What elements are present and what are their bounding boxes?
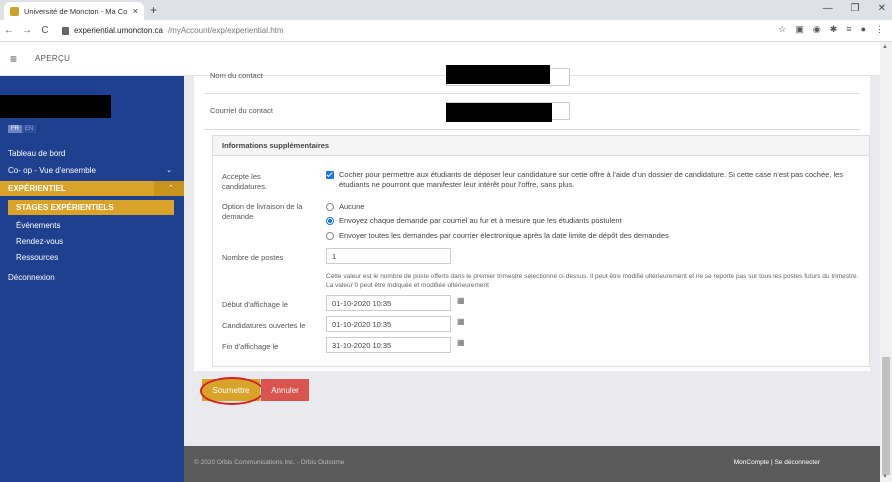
sidebar-expander[interactable]: ⌃ [154,181,184,196]
copyright: © 2020 Orbis Communications Inc. - Orbis… [194,459,345,466]
sidebar-item-label: STAGES EXPÉRIENTIELS [16,203,114,212]
divider [204,129,860,130]
positions-label: Nombre de postes [222,253,284,262]
radio-label: Envoyer toutes les demandes par courrier… [339,231,669,240]
forward-button[interactable]: → [18,25,36,36]
page-title: APERÇU [35,54,71,63]
submit-button[interactable]: Soumettre [200,377,264,405]
radio-label: Aucune [339,202,365,211]
footer-links[interactable]: MonCompte | Se déconnecter [734,459,820,466]
start-date-input[interactable]: 01-10-2020 10:35 [326,295,451,311]
language-switch: FR EN [8,125,37,133]
sidebar-item-resources[interactable]: Ressources [0,253,184,262]
puzzle-icon[interactable]: ✱ [830,24,838,35]
scrollbar-thumb[interactable] [882,357,890,475]
url-field[interactable]: experiential.umoncton.ca/myAccount/exp/e… [62,26,284,35]
hamburger-menu-icon[interactable]: ≡ [10,52,17,66]
redacted-contact-email [446,103,552,122]
calendar-icon[interactable]: ▦ [457,296,465,305]
sidebar-item-events[interactable]: Événements [0,221,184,230]
section-title: Informations supplémentaires [213,136,869,156]
sidebar-item-label: Tableau de bord [8,149,66,158]
redacted-contact-name [446,65,550,84]
tab-title: Université de Moncton - Ma Co... [24,6,128,16]
sidebar-item-label: Déconnexion [8,273,55,282]
contact-email-label: Courriel du contact [210,106,273,115]
footer: © 2020 Orbis Communications Inc. - Orbis… [184,446,880,482]
back-button[interactable]: ← [0,25,18,36]
contact-name-label: Nom du contact [210,71,263,80]
calendar-icon[interactable]: ▦ [457,317,465,326]
sidebar-item-coop[interactable]: Co- op - Vue d'ensemble ⌄ [0,166,184,175]
url-domain: experiential.umoncton.ca [74,26,163,35]
sidebar-item-label: Rendez-vous [16,237,64,246]
cancel-button[interactable]: Annuler [261,379,309,401]
sidebar-item-experiential[interactable]: EXPÉRIENTIEL [0,181,154,196]
sidebar-item-label: EXPÉRIENTIEL [8,184,66,193]
browser-tab-bar: Université de Moncton - Ma Co... × + — ❐… [0,0,892,20]
page-scrollbar[interactable]: ▲ ▼ [880,42,892,482]
delivery-option-none[interactable]: Aucune [326,202,364,212]
scroll-down-icon[interactable]: ▼ [882,474,888,480]
accept-checkbox[interactable] [326,171,334,179]
end-date-input[interactable]: 31-10-2020 10:35 [326,337,451,353]
delivery-option-each[interactable]: Envoyez chaque demande par courriel au f… [326,216,622,226]
bookmark-star-icon[interactable]: ☆ [778,24,786,35]
form-card: Nom du contact Courriel du contact Infor… [194,65,870,371]
sidebar-item-label: Ressources [16,253,59,262]
lang-fr-button[interactable]: FR [8,125,22,133]
redacted-logo [0,95,111,118]
chevron-down-icon: ⌄ [166,167,172,174]
favicon-icon [10,6,19,16]
sidebar-item-label: Événements [16,221,61,230]
profile-icon[interactable]: ● [861,24,866,35]
main-content: Nom du contact Courriel du contact Infor… [184,65,880,446]
extension-icons: ☆ ▣ ◉ ✱ ≡ ● ⋮ [778,24,884,35]
accept-checkbox-row: Cocher pour permettre aux étudiants de d… [326,170,856,190]
reading-list-icon[interactable]: ≡ [846,24,851,35]
radio-none[interactable] [326,203,334,211]
minimize-button[interactable]: — [823,3,833,14]
lang-en-button[interactable]: EN [22,125,37,133]
close-window-button[interactable]: ✕ [878,3,886,14]
url-path: /myAccount/exp/experiential.htm [167,26,284,35]
sidebar-item-dashboard[interactable]: Tableau de bord [0,149,184,158]
delivery-option-after[interactable]: Envoyer toutes les demandes par courrier… [326,231,669,241]
extension-icon[interactable]: ▣ [795,24,804,35]
delivery-label: Option de livraison de la demande [222,202,303,221]
start-date-label: Début d'affichage le [222,300,288,309]
open-date-label: Candidatures ouvertes le [222,321,306,330]
divider [204,93,860,94]
extension-icon[interactable]: ◉ [813,24,821,35]
accept-text: Cocher pour permettre aux étudiants de d… [339,170,844,189]
positions-help: Cette valeur est le nombre de poste offe… [326,273,859,289]
window-controls: — ❐ ✕ [823,3,886,14]
sidebar-item-stages[interactable]: STAGES EXPÉRIENTIELS [8,200,174,215]
new-tab-button[interactable]: + [150,3,157,17]
chevron-up-icon: ⌃ [168,185,174,192]
sidebar-item-logout[interactable]: Déconnexion [0,273,184,282]
sidebar: FR EN Tableau de bord Co- op - Vue d'ens… [0,76,184,482]
end-date-label: Fin d'affichage le [222,342,279,351]
sidebar-item-label: Co- op - Vue d'ensemble [8,166,96,175]
maximize-button[interactable]: ❐ [851,3,860,14]
radio-each[interactable] [326,217,334,225]
calendar-icon[interactable]: ▦ [457,338,465,347]
positions-input[interactable]: 1 [326,248,451,264]
sidebar-item-appointments[interactable]: Rendez-vous [0,237,184,246]
scroll-up-icon[interactable]: ▲ [882,44,888,50]
tab-close-icon[interactable]: × [133,6,138,16]
lock-icon [62,26,69,35]
additional-info-panel: Informations supplémentaires Accepte les… [212,135,870,367]
accept-label: Accepte les candidatures. [222,172,268,191]
browser-menu-icon[interactable]: ⋮ [875,24,884,35]
reload-button[interactable]: C [36,25,54,36]
radio-after[interactable] [326,232,334,240]
radio-label: Envoyez chaque demande par courriel au f… [339,216,622,225]
open-date-input[interactable]: 01-10-2020 10:35 [326,316,451,332]
browser-tab[interactable]: Université de Moncton - Ma Co... × [4,2,144,20]
address-bar: ← → C experiential.umoncton.ca/myAccount… [0,20,892,42]
